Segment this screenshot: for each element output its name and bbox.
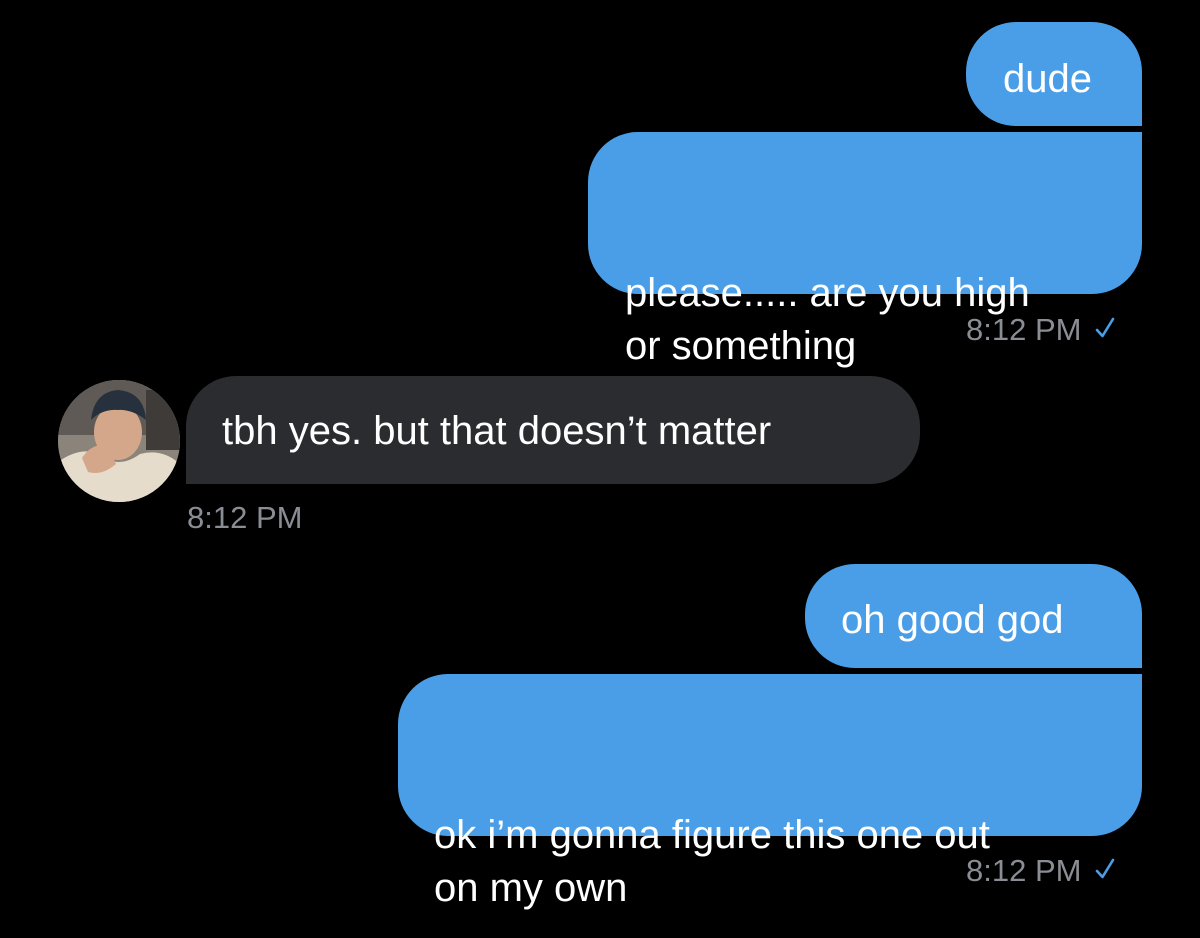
timestamp-text: 8:12 PM	[966, 312, 1082, 347]
sent-message-bubble[interactable]: ok i’m gonna figure this one out on my o…	[398, 674, 1142, 910]
sent-message-bubble[interactable]: dude	[966, 22, 1142, 126]
timestamp-text: 8:12 PM	[187, 500, 303, 535]
checkmark-icon	[1095, 852, 1115, 888]
message-text: oh good god	[841, 598, 1064, 642]
avatar[interactable]	[58, 380, 180, 502]
sent-message-bubble[interactable]: oh good god	[805, 564, 1142, 668]
message-timestamp: 8:12 PM	[187, 500, 302, 536]
avatar-photo	[58, 380, 180, 502]
received-message-bubble[interactable]: tbh yes. but that doesn’t matter	[186, 376, 920, 484]
timestamp-text: 8:12 PM	[966, 853, 1082, 888]
message-text: tbh yes. but that doesn’t matter	[222, 409, 772, 453]
message-text: dude	[1003, 57, 1092, 101]
message-timestamp: 8:12 PM	[966, 853, 1115, 891]
checkmark-icon	[1095, 311, 1115, 347]
message-timestamp: 8:12 PM	[966, 312, 1115, 350]
sent-message-bubble[interactable]: please..... are you high or something	[588, 132, 1142, 368]
